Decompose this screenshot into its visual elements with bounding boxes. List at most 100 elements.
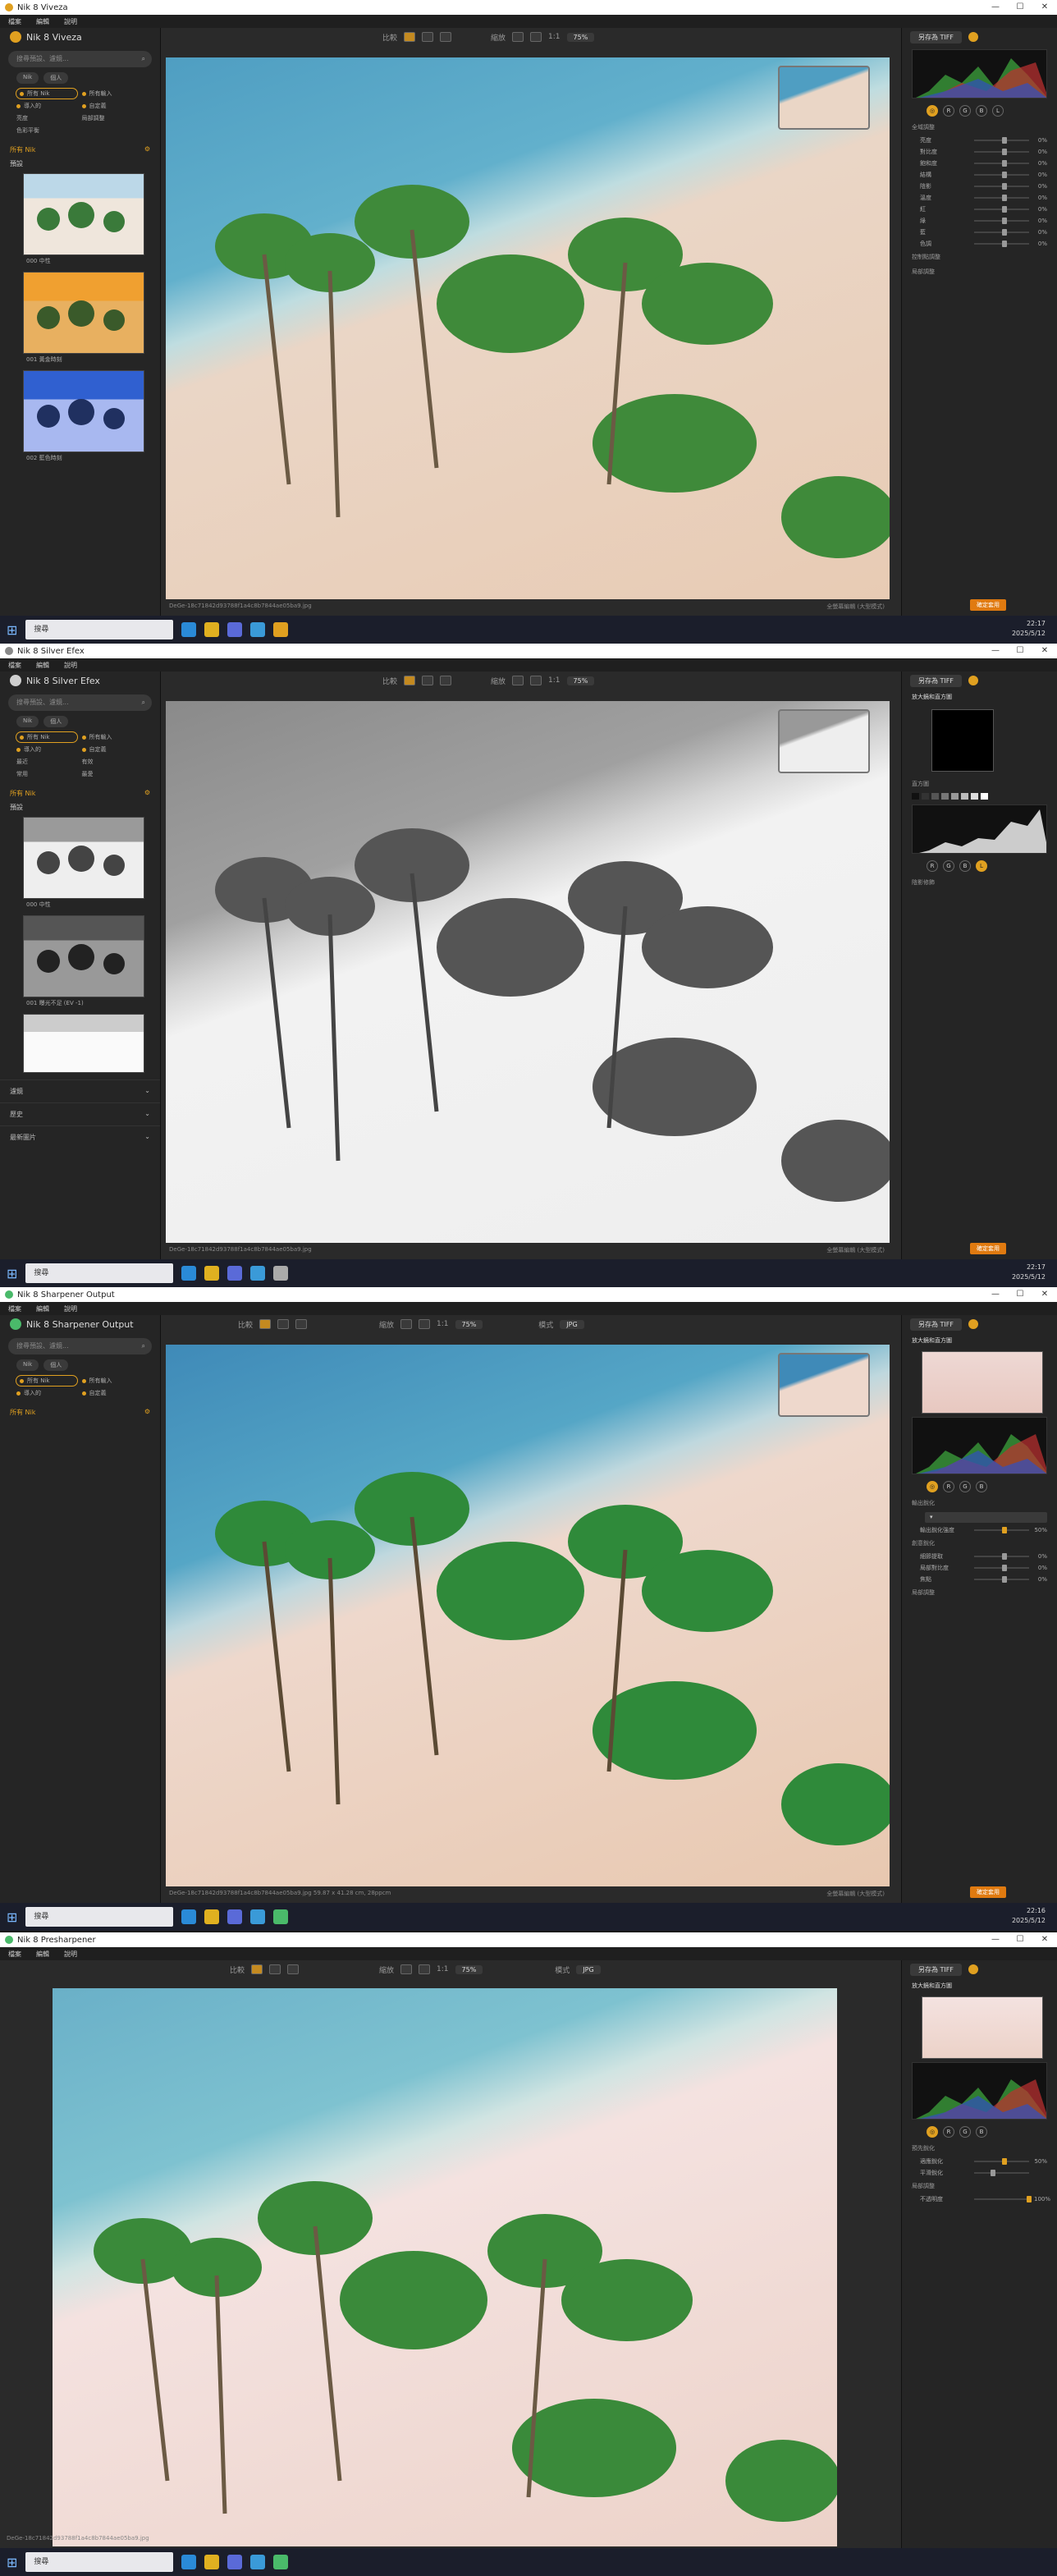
blue-chip[interactable]: B [959, 860, 971, 872]
close-button[interactable]: ✕ [1032, 0, 1057, 15]
menu-file[interactable]: 檔案 [8, 1950, 21, 1959]
fill-button[interactable] [419, 1964, 431, 1974]
explorer-icon[interactable] [204, 1266, 220, 1281]
menu-file[interactable]: 檔案 [8, 1304, 21, 1313]
menu-help[interactable]: 說明 [64, 661, 77, 670]
filter-all-nik[interactable]: 所有 Nik [16, 1375, 78, 1387]
nik-taskbar-icon[interactable] [273, 2555, 289, 2569]
slider-saturation[interactable]: 飽和度 0% [902, 158, 1057, 169]
compare-delete-button[interactable] [295, 1319, 308, 1329]
windows-start-icon[interactable]: ⊞ [7, 1909, 17, 1925]
accordion-history[interactable]: 歷史 ⌄ [0, 1102, 160, 1125]
filter-custom[interactable]: 自定義 [81, 101, 143, 111]
menu-file[interactable]: 檔案 [8, 661, 21, 670]
windows-start-icon[interactable]: ⊞ [7, 2555, 17, 2570]
store-icon[interactable] [227, 622, 243, 637]
slider-temperature[interactable]: 溫度 0% [902, 192, 1057, 204]
menu-help[interactable]: 說明 [64, 1304, 77, 1313]
slider-brightness[interactable]: 亮度 0% [902, 135, 1057, 146]
blue-chip[interactable]: B [976, 105, 987, 117]
navigator-thumbnail[interactable] [778, 709, 870, 773]
power-icon[interactable] [968, 1964, 978, 1974]
store-icon[interactable] [227, 1909, 243, 1924]
nik-taskbar-icon[interactable] [273, 1909, 289, 1924]
section-local[interactable]: 局部調整 [902, 264, 1057, 279]
explorer-icon[interactable] [204, 2555, 220, 2569]
slider-structure[interactable]: 結構 0% [902, 169, 1057, 181]
close-button[interactable]: ✕ [1032, 1932, 1057, 1947]
explorer-icon[interactable] [204, 622, 220, 637]
actual-size-button[interactable]: 1:1 [437, 1320, 448, 1328]
blue-chip[interactable]: B [976, 2126, 987, 2138]
search-input[interactable]: 搜尋預設、濾鏡... ⌕ [8, 1338, 152, 1354]
menu-file[interactable]: 檔案 [8, 17, 21, 26]
green-chip[interactable]: G [959, 2126, 971, 2138]
red-chip[interactable]: R [943, 2126, 954, 2138]
zoom-select[interactable]: 75% [566, 676, 595, 685]
fit-button[interactable] [512, 676, 524, 685]
power-icon[interactable] [968, 1319, 978, 1329]
rgb-chip[interactable]: ◎ [927, 105, 938, 117]
section-local[interactable]: 局部調整 [902, 1585, 1057, 1600]
mail-icon[interactable] [250, 622, 266, 637]
mode-select[interactable]: JPG [576, 1964, 601, 1974]
taskbar-search[interactable]: 搜尋 [25, 1907, 174, 1927]
filter-all-input[interactable]: 所有輸入 [81, 89, 143, 99]
fit-button[interactable] [400, 1964, 413, 1974]
filter-active[interactable]: 有效 [82, 757, 143, 767]
compare-side-button[interactable] [277, 1319, 290, 1329]
menu-help[interactable]: 說明 [64, 17, 77, 26]
compare-side-button[interactable] [422, 676, 434, 685]
store-icon[interactable] [227, 1266, 243, 1281]
maximize-button[interactable]: ☐ [1008, 1932, 1032, 1947]
image-canvas[interactable] [53, 1988, 837, 2546]
section-global[interactable]: 全域調整 [902, 120, 1057, 135]
filter-local[interactable]: 局部調整 [82, 113, 143, 123]
slider-local-contrast[interactable]: 局部對比度 0% [902, 1562, 1057, 1574]
search-input[interactable]: 搜尋預設、濾鏡... ⌕ [8, 694, 152, 711]
accordion-recent[interactable]: 最新圖片 ⌄ [0, 1125, 160, 1148]
save-as-button[interactable]: 另存為 TIFF [910, 1963, 962, 1976]
mail-icon[interactable] [250, 2555, 266, 2569]
save-as-button[interactable]: 另存為 TIFF [910, 674, 962, 687]
menu-edit[interactable]: 編輯 [36, 661, 49, 670]
minimize-button[interactable]: — [983, 1932, 1008, 1947]
compare-delete-button[interactable] [287, 1964, 300, 1974]
preset-thumb[interactable] [23, 1014, 144, 1073]
red-chip[interactable]: R [943, 1481, 954, 1492]
preset-thumb[interactable] [23, 272, 144, 354]
compare-split-button[interactable] [404, 676, 416, 685]
pill-personal[interactable]: 個人 [43, 72, 69, 84]
menu-edit[interactable]: 編輯 [36, 1304, 49, 1313]
green-chip[interactable]: G [943, 860, 954, 872]
fill-button[interactable] [530, 32, 542, 42]
slider-detail[interactable]: 細節提取 0% [902, 1551, 1057, 1562]
preset-thumb[interactable] [23, 370, 144, 452]
power-icon[interactable] [968, 676, 978, 685]
settings-icon[interactable]: ⚙ [144, 1408, 150, 1417]
section-histogram[interactable]: 直方圖 [902, 777, 1057, 791]
navigator-thumbnail[interactable] [778, 66, 870, 130]
menu-edit[interactable]: 編輯 [36, 1950, 49, 1959]
nik-header[interactable]: 所有 Nik ⚙ [0, 1403, 160, 1422]
apply-button[interactable]: 確定套用 [970, 1886, 1006, 1898]
blue-chip[interactable]: B [976, 1481, 987, 1492]
compare-delete-button[interactable] [440, 32, 452, 42]
filter-favorite[interactable]: 最愛 [82, 769, 143, 779]
slider-hue[interactable]: 色調 0% [902, 238, 1057, 250]
minimize-button[interactable]: — [983, 644, 1008, 658]
explorer-icon[interactable] [204, 1909, 220, 1924]
filter-common[interactable]: 常用 [16, 769, 77, 779]
compare-delete-button[interactable] [440, 676, 452, 685]
navigator-thumbnail[interactable] [778, 1353, 870, 1417]
section-loupe[interactable]: 放大鏡和直方圖 [902, 690, 1057, 704]
settings-icon[interactable]: ⚙ [144, 789, 150, 798]
fill-button[interactable] [530, 676, 542, 685]
slider-blue[interactable]: 藍 0% [902, 227, 1057, 238]
section-output-sharpening[interactable]: 輸出銳化 [902, 1496, 1057, 1510]
edge-icon[interactable] [181, 1266, 197, 1281]
zoom-select[interactable]: 75% [455, 1319, 483, 1329]
nik-header[interactable]: 所有 Nik ⚙ [0, 784, 160, 803]
image-canvas[interactable] [166, 1345, 890, 1886]
taskbar-search[interactable]: 搜尋 [25, 2552, 174, 2572]
